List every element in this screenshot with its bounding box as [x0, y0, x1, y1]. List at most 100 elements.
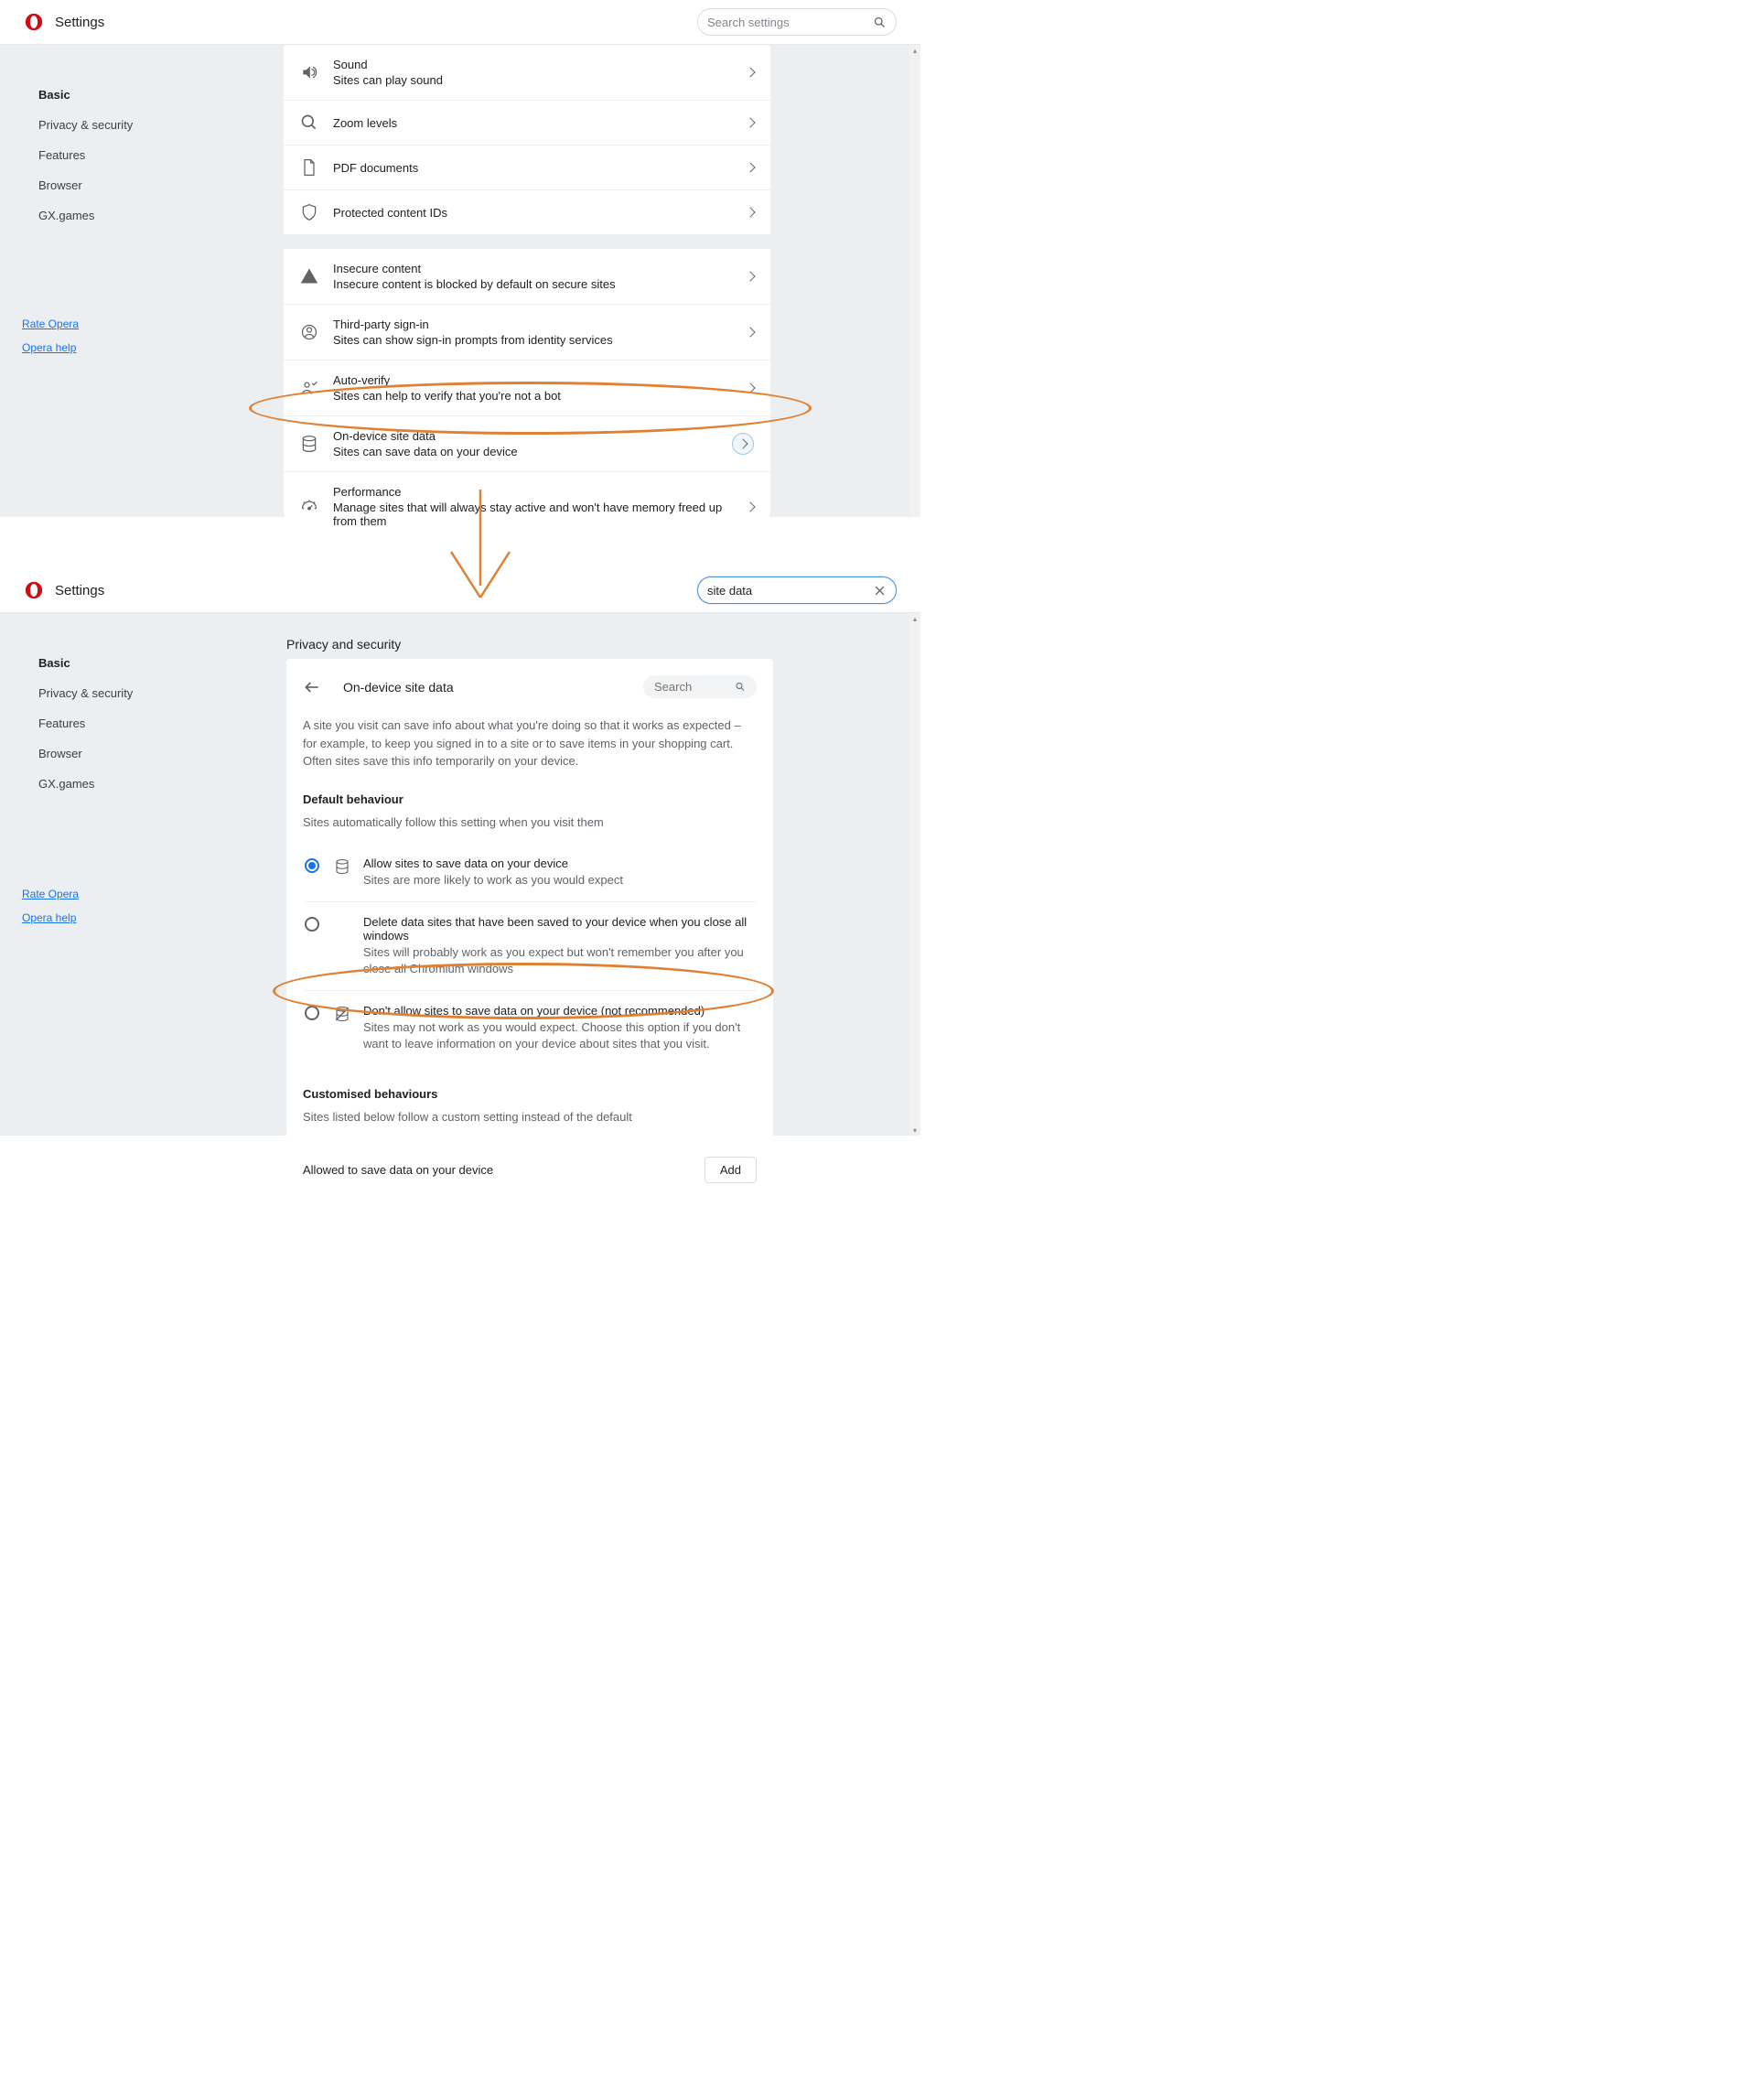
opera-help-link[interactable]: Opera help: [22, 341, 79, 354]
close-icon[interactable]: [873, 584, 887, 598]
scroll-down-icon[interactable]: ▾: [909, 1125, 920, 1136]
sidebar-item-privacy[interactable]: Privacy & security: [0, 110, 174, 140]
radio-option-block[interactable]: Don't allow sites to save data on your d…: [305, 990, 757, 1065]
radio-option-allow[interactable]: Allow sites to save data on your device …: [305, 844, 757, 901]
row-performance[interactable]: Performance Manage sites that will always…: [284, 471, 770, 541]
chevron-right-icon: [745, 117, 755, 127]
sidebar-item-label: Basic: [38, 656, 70, 670]
radio-title: Allow sites to save data on your device: [363, 856, 757, 870]
chevron-right-icon: [745, 271, 755, 281]
add-button[interactable]: Add: [705, 1157, 757, 1183]
sidebar: Basic Privacy & security Features Browse…: [0, 45, 174, 517]
row-title: PDF documents: [333, 161, 747, 175]
scroll-up-icon[interactable]: ▴: [909, 45, 920, 56]
card-title: On-device site data: [343, 680, 643, 695]
radio-sub: Sites will probably work as you expect b…: [363, 944, 757, 977]
sidebar-item-privacy[interactable]: Privacy & security: [0, 678, 174, 708]
sidebar-item-features[interactable]: Features: [0, 140, 174, 170]
row-title: Insecure content: [333, 262, 747, 275]
radio-title: Don't allow sites to save data on your d…: [363, 1004, 757, 1018]
verify-icon: [300, 379, 318, 397]
rate-opera-link[interactable]: Rate Opera: [22, 888, 79, 900]
sidebar-item-label: GX.games: [38, 777, 94, 791]
section-gap: [283, 234, 771, 249]
row-sound[interactable]: SoundSites can play sound: [284, 45, 770, 100]
sidebar-item-browser[interactable]: Browser: [0, 738, 174, 769]
account-icon: [300, 323, 318, 341]
opera-logo-icon: [24, 12, 44, 32]
card-search-input[interactable]: [654, 680, 735, 694]
sidebar-item-label: Browser: [38, 178, 82, 192]
row-autoverify[interactable]: Auto-verifySites can help to verify that…: [284, 360, 770, 415]
row-ondevice[interactable]: On-device site data Sites can save data o…: [284, 415, 770, 471]
add-button-label: Add: [720, 1163, 741, 1177]
search-input[interactable]: [707, 16, 873, 29]
link-label: Rate Opera: [22, 318, 79, 330]
chevron-right-icon: [745, 162, 755, 172]
sidebar: Basic Privacy & security Features Browse…: [0, 613, 174, 1136]
database-block-icon: [334, 1006, 350, 1022]
row-subtitle: Sites can show sign-in prompts from iden…: [333, 333, 747, 347]
default-behaviour-sub: Sites automatically follow this setting …: [303, 815, 757, 829]
sidebar-item-label: GX.games: [38, 209, 94, 222]
sidebar-item-features[interactable]: Features: [0, 708, 174, 738]
radio-option-delete[interactable]: Delete data sites that have been saved t…: [305, 901, 757, 990]
opera-help-link[interactable]: Opera help: [22, 911, 79, 924]
radio-icon[interactable]: [305, 858, 319, 873]
row-zoom[interactable]: Zoom levels: [284, 100, 770, 145]
row-subtitle: Manage sites that will always stay activ…: [333, 501, 747, 528]
back-arrow-icon[interactable]: [303, 678, 321, 696]
opera-logo-icon: [24, 580, 44, 600]
customised-heading: Customised behaviours: [303, 1087, 757, 1101]
sidebar-item-browser[interactable]: Browser: [0, 170, 174, 200]
row-title: On-device site data: [333, 429, 732, 443]
row-title: Auto-verify: [333, 373, 747, 387]
ondevice-card: On-device site data A site you visit can…: [286, 659, 773, 1200]
search-bar[interactable]: [697, 8, 897, 36]
radio-icon[interactable]: [305, 1006, 319, 1020]
allowed-label: Allowed to save data on your device: [303, 1163, 493, 1177]
customised-sub: Sites listed below follow a custom setti…: [303, 1110, 757, 1124]
row-pdf[interactable]: PDF documents: [284, 145, 770, 189]
row-thirdparty[interactable]: Third-party sign-inSites can show sign-i…: [284, 304, 770, 360]
link-label: Opera help: [22, 341, 76, 354]
card-description: A site you visit can save info about wha…: [303, 716, 757, 770]
header-title: Settings: [55, 583, 104, 598]
chevron-right-icon: [745, 67, 755, 77]
sidebar-item-gxgames[interactable]: GX.games: [0, 769, 174, 799]
body: Basic Privacy & security Features Browse…: [0, 45, 920, 517]
card-search[interactable]: [643, 675, 757, 698]
scroll-up-icon[interactable]: ▴: [909, 613, 920, 624]
chevron-right-icon: [745, 207, 755, 217]
sidebar-item-basic[interactable]: Basic: [0, 80, 174, 110]
search-bar[interactable]: [697, 576, 897, 604]
scrollbar[interactable]: ▴ ▾: [909, 613, 920, 1136]
row-protected[interactable]: Protected content IDs: [284, 189, 770, 234]
body: Basic Privacy & security Features Browse…: [0, 613, 920, 1136]
radio-icon[interactable]: [305, 917, 319, 932]
sidebar-item-gxgames[interactable]: GX.games: [0, 200, 174, 231]
radio-sub: Sites are more likely to work as you wou…: [363, 872, 757, 889]
sidebar-item-label: Features: [38, 148, 85, 162]
main-content: Privacy and security On-device site data…: [174, 613, 920, 1136]
row-insecure[interactable]: Insecure contentInsecure content is bloc…: [284, 249, 770, 304]
document-icon: [300, 158, 318, 177]
search-input[interactable]: [707, 584, 873, 598]
chevron-right-icon: [745, 501, 755, 512]
row-title: Zoom levels: [333, 116, 747, 130]
chevron-right-icon: [745, 327, 755, 337]
radio-sub: Sites may not work as you would expect. …: [363, 1019, 757, 1052]
sidebar-item-label: Basic: [38, 88, 70, 102]
rate-opera-link[interactable]: Rate Opera: [22, 318, 79, 330]
sidebar-item-label: Browser: [38, 747, 82, 760]
row-subtitle: Sites can save data on your device: [333, 445, 732, 458]
scrollbar[interactable]: ▴: [909, 45, 920, 517]
chevron-right-icon: [737, 438, 748, 448]
zoom-icon: [300, 113, 318, 132]
row-title: Performance: [333, 485, 747, 499]
sound-icon: [300, 63, 318, 81]
radio-title: Delete data sites that have been saved t…: [363, 915, 757, 943]
sidebar-item-basic[interactable]: Basic: [0, 648, 174, 678]
sidebar-item-label: Privacy & security: [38, 686, 133, 700]
header: Settings: [0, 0, 920, 45]
